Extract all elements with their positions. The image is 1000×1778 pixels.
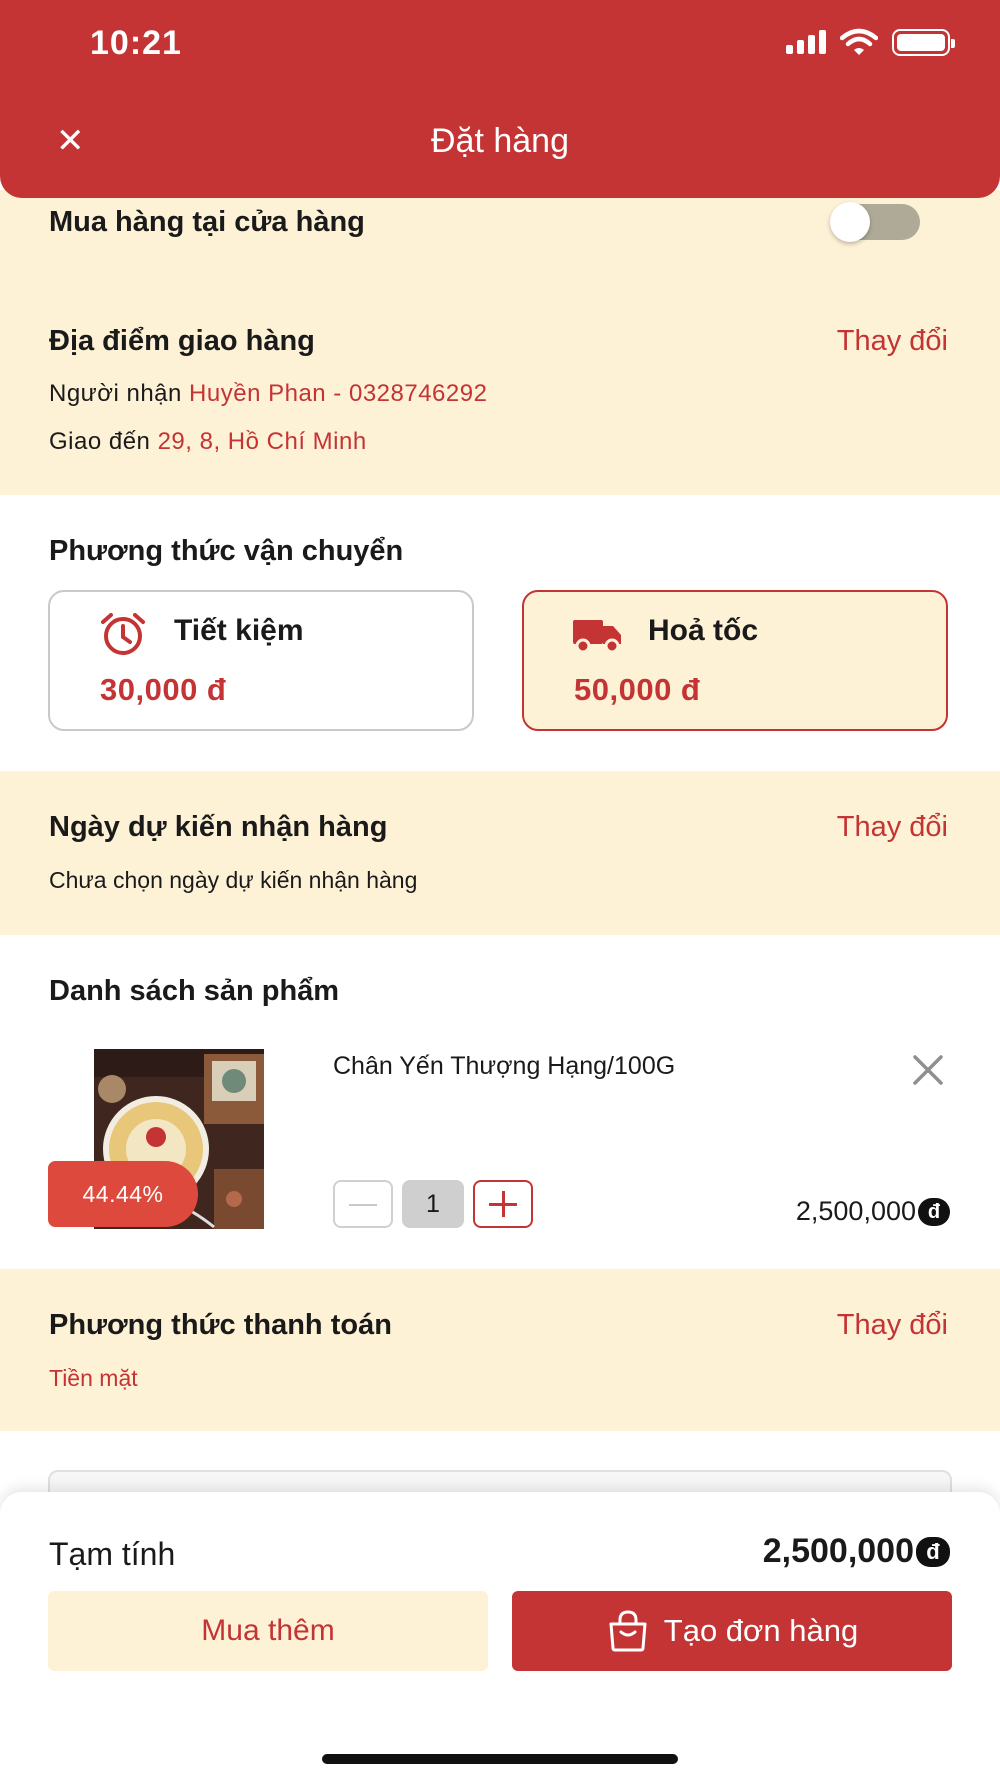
currency-badge: đ	[918, 1197, 950, 1226]
status-time: 10:21	[90, 24, 182, 62]
quantity-value[interactable]: 1	[402, 1180, 464, 1228]
currency-badge: đ	[916, 1536, 950, 1567]
create-order-button[interactable]: Tạo đơn hàng	[512, 1591, 952, 1671]
status-icons	[786, 28, 955, 56]
shipping-option-price: 50,000 đ	[574, 672, 701, 707]
delivery-date-value: Chưa chọn ngày dự kiến nhận hàng	[49, 867, 418, 893]
delivery-date-title: Ngày dự kiến nhận hàng	[49, 811, 388, 843]
store-purchase-toggle[interactable]	[830, 202, 920, 242]
shipping-option-economy[interactable]: Tiết kiệm 30,000 đ	[48, 590, 474, 731]
quantity-decrease-button[interactable]	[333, 1180, 393, 1228]
delivery-title: Địa điểm giao hàng	[49, 325, 315, 357]
delivery-date-change-link[interactable]: Thay đổi	[837, 811, 948, 844]
wifi-icon	[840, 28, 878, 55]
subtotal-label: Tạm tính	[49, 1536, 176, 1572]
remove-product-icon[interactable]	[910, 1052, 946, 1088]
app-header: 10:21 ✕ Đặt hàng	[0, 0, 1000, 198]
alarm-clock-icon	[101, 613, 145, 655]
payment-change-link[interactable]: Thay đổi	[837, 1309, 948, 1342]
product-price: 2,500,000 đ	[796, 1196, 950, 1227]
payment-section: Phương thức thanh toán Thay đổi Tiền mặt	[0, 1269, 1000, 1431]
product-name: Chân Yến Thượng Hạng/100G	[333, 1052, 676, 1080]
store-purchase-label: Mua hàng tại cửa hàng	[49, 206, 365, 238]
shipping-option-price: 30,000 đ	[100, 672, 227, 707]
home-indicator	[322, 1754, 678, 1764]
recipient-line: Người nhận Huyền Phan - 0328746292	[49, 380, 488, 407]
shipping-option-express[interactable]: Hoả tốc 50,000 đ	[522, 590, 948, 731]
payment-title: Phương thức thanh toán	[49, 1309, 392, 1341]
subtotal-value: 2,500,000 đ	[763, 1532, 950, 1571]
shipping-option-name: Hoả tốc	[648, 614, 759, 647]
page-title: Đặt hàng	[431, 122, 569, 160]
checkout-footer: Tạm tính 2,500,000 đ Mua thêm Tạo đơn hà…	[0, 1492, 1000, 1778]
address-line: Giao đến 29, 8, Hồ Chí Minh	[49, 428, 367, 455]
delivery-date-section: Ngày dự kiến nhận hàng Thay đổi Chưa chọ…	[0, 771, 1000, 935]
discount-badge: 44.44%	[48, 1161, 198, 1227]
buy-more-button[interactable]: Mua thêm	[48, 1591, 488, 1671]
battery-icon	[892, 28, 955, 56]
shipping-title: Phương thức vận chuyển	[49, 535, 404, 567]
shipping-option-name: Tiết kiệm	[174, 614, 304, 647]
recipient-value: Huyền Phan - 0328746292	[189, 380, 488, 407]
address-value: 29, 8, Hồ Chí Minh	[157, 428, 367, 455]
truck-icon	[573, 620, 621, 654]
payment-method-value: Tiền mặt	[49, 1365, 138, 1391]
quantity-increase-button[interactable]	[473, 1180, 533, 1228]
signal-icon	[786, 30, 826, 54]
delivery-change-link[interactable]: Thay đổi	[837, 325, 948, 358]
shopping-bag-icon	[609, 1610, 647, 1652]
products-title: Danh sách sản phẩm	[49, 975, 340, 1007]
